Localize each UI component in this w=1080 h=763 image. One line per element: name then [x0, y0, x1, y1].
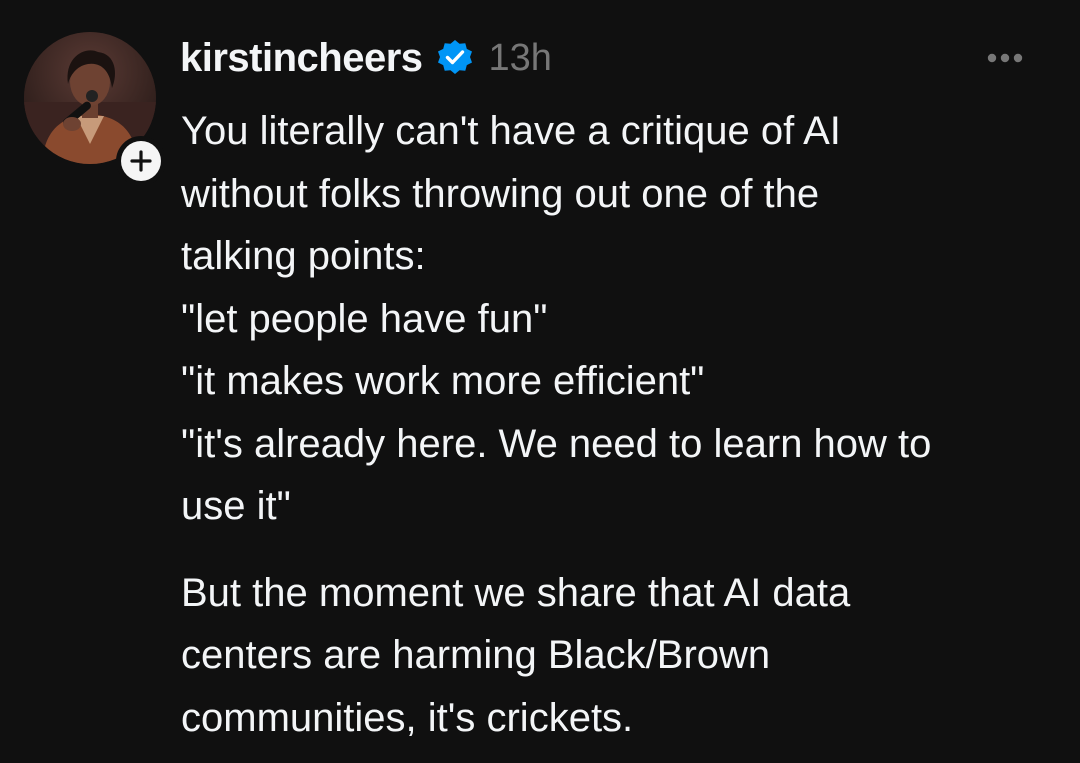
author-avatar-group [24, 32, 166, 186]
post-text-line: centers are harming Black/Brown [181, 633, 771, 677]
follow-button[interactable] [116, 136, 166, 186]
post-text-line: use it" [181, 484, 291, 528]
post-timestamp: 13h [488, 36, 552, 79]
post-paragraph-1: You literally can't have a critique of A… [181, 100, 1041, 538]
more-horizontal-icon [987, 53, 1023, 63]
post-text-line: talking points: [181, 234, 426, 278]
post-text-line: without folks throwing out one of the [181, 171, 820, 216]
plus-icon [130, 150, 152, 172]
post-text-line: You literally can't have a critique of A… [181, 109, 841, 153]
more-options-button[interactable] [980, 42, 1040, 74]
post-body: You literally can't have a critique of A… [181, 100, 1041, 749]
post-text-line: "it makes work more efficient" [181, 359, 705, 403]
post-paragraph-2: But the moment we share that AI data cen… [181, 562, 1041, 750]
verified-badge-icon [437, 40, 472, 74]
post-text-line: But the moment we share that AI data [181, 570, 851, 615]
threads-post: kirstincheers 13h You literally can't ha… [0, 0, 1080, 763]
follow-button-circle [121, 141, 161, 181]
post-text-line: "it's already here. We need to learn how… [181, 421, 932, 466]
post-header: kirstincheers 13h [180, 30, 552, 86]
post-text-line: "let people have fun" [181, 296, 548, 341]
post-text-line: communities, it's crickets. [181, 695, 634, 740]
author-username[interactable]: kirstincheers [180, 36, 423, 81]
